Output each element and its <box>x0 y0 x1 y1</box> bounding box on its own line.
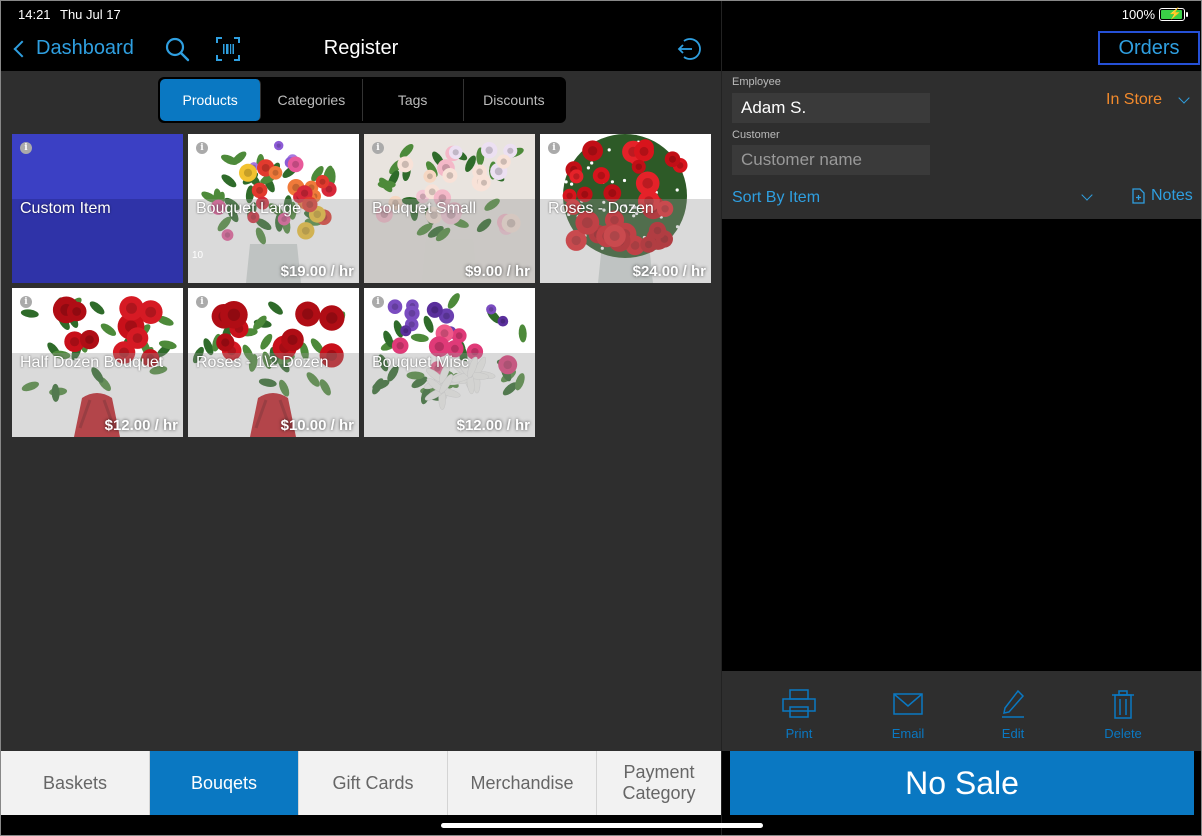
product-tile[interactable]: i Roses - Dozen $24.00 / hr <box>540 134 711 283</box>
exit-icon <box>677 38 701 60</box>
order-form: Employee Adam S. In Store Customer Custo… <box>722 71 1201 219</box>
info-icon[interactable]: i <box>548 142 560 154</box>
product-price: $24.00 / hr <box>632 263 706 280</box>
print-button[interactable]: Print <box>764 689 834 741</box>
notes-label: Notes <box>1151 187 1193 204</box>
chevron-down-icon[interactable] <box>1081 189 1093 201</box>
location-selector[interactable]: In Store <box>1106 91 1162 109</box>
delete-button[interactable]: Delete <box>1088 689 1158 741</box>
product-name: Half Dozen Bouquet <box>20 354 164 371</box>
customer-label: Customer <box>732 129 780 141</box>
tab-payment-category[interactable]: Payment Category <box>597 751 721 815</box>
product-price: $9.00 / hr <box>464 263 530 280</box>
segment-products[interactable]: Products <box>160 79 262 121</box>
tab-bouqets[interactable]: Bouqets <box>150 751 299 815</box>
orders-button[interactable]: Orders <box>1098 31 1200 65</box>
info-icon[interactable]: i <box>196 142 208 154</box>
product-tile[interactable]: i Bouquet Small $9.00 / hr <box>364 134 535 283</box>
info-icon[interactable]: i <box>20 296 32 308</box>
segment-control: Products Categories Tags Discounts <box>158 77 566 123</box>
nav-bar: Dashboard Register <box>1 27 721 71</box>
order-pane: Orders Employee Adam S. In Store Custome… <box>722 1 1201 835</box>
exit-button[interactable] <box>675 36 701 62</box>
segment-discounts[interactable]: Discounts <box>464 79 564 121</box>
info-icon[interactable]: i <box>20 142 32 154</box>
employee-field[interactable]: Adam S. <box>732 93 930 123</box>
tab-gift-cards[interactable]: Gift Cards <box>299 751 448 815</box>
product-tile[interactable]: i Roses - 1\2 Dozen $10.00 / hr <box>188 288 359 437</box>
trash-icon <box>1112 690 1134 719</box>
home-indicator <box>441 823 763 828</box>
employee-label: Employee <box>732 76 781 88</box>
category-tab-bar: Baskets Bouqets Gift Cards Merchandise Payme… <box>1 751 721 815</box>
info-icon[interactable]: i <box>372 296 384 308</box>
product-name: Roses - Dozen <box>548 200 654 217</box>
segment-tags[interactable]: Tags <box>363 79 464 121</box>
notes-button[interactable]: Notes <box>1132 187 1193 205</box>
page-title: Register <box>323 37 399 59</box>
email-button[interactable]: Email <box>873 689 943 741</box>
register-pane: Dashboard Register Products Categories Tag… <box>1 1 721 835</box>
printer-icon <box>782 689 816 718</box>
info-icon[interactable]: i <box>196 296 208 308</box>
envelope-icon <box>893 693 923 715</box>
order-actions-bar: Print Email Edit Delete <box>722 671 1201 751</box>
product-price: $19.00 / hr <box>280 263 354 280</box>
order-items-list <box>722 219 1201 671</box>
product-name: Bouquet Small <box>372 200 477 217</box>
print-label: Print <box>785 726 813 741</box>
chevron-down-icon[interactable] <box>1178 92 1190 104</box>
note-icon <box>1132 188 1145 204</box>
product-price: $12.00 / hr <box>104 417 178 434</box>
delete-label: Delete <box>1104 726 1142 741</box>
email-label: Email <box>891 726 925 741</box>
tab-merchandise[interactable]: Merchandise <box>448 751 597 815</box>
location-value: In Store <box>1106 91 1163 108</box>
product-name: Roses - 1\2 Dozen <box>196 354 329 371</box>
info-icon[interactable]: i <box>372 142 384 154</box>
product-tile[interactable]: i Half Dozen Bouquet $12.00 / hr <box>12 288 183 437</box>
segment-categories[interactable]: Categories <box>261 79 363 121</box>
pencil-icon <box>1002 689 1025 718</box>
sort-label: Sort By Item <box>732 189 821 206</box>
product-tile[interactable]: i Bouquet Misc $12.00 / hr <box>364 288 535 437</box>
sort-selector[interactable]: Sort By Item <box>732 189 820 207</box>
product-name: Bouquet Large <box>196 200 301 217</box>
product-price: $12.00 / hr <box>456 417 530 434</box>
edit-button[interactable]: Edit <box>978 689 1048 741</box>
product-quantity: 10 <box>192 250 204 261</box>
product-name: Custom Item <box>20 200 111 217</box>
product-name: Bouquet Misc <box>372 354 469 371</box>
edit-label: Edit <box>1001 726 1025 741</box>
no-sale-button[interactable]: No Sale <box>730 751 1194 815</box>
products-area: Products Categories Tags Discounts i Custom … <box>1 71 721 751</box>
app-window: 14:21 Thu Jul 17 100% ⚡ Dashboard Regist… <box>0 0 1202 836</box>
customer-field[interactable]: Customer name <box>732 145 930 175</box>
tab-baskets[interactable]: Baskets <box>1 751 150 815</box>
product-tile[interactable]: i Custom Item <box>12 134 183 283</box>
product-price: $10.00 / hr <box>280 417 354 434</box>
product-tile[interactable]: i Bouquet Large 10 $19.00 / hr <box>188 134 359 283</box>
